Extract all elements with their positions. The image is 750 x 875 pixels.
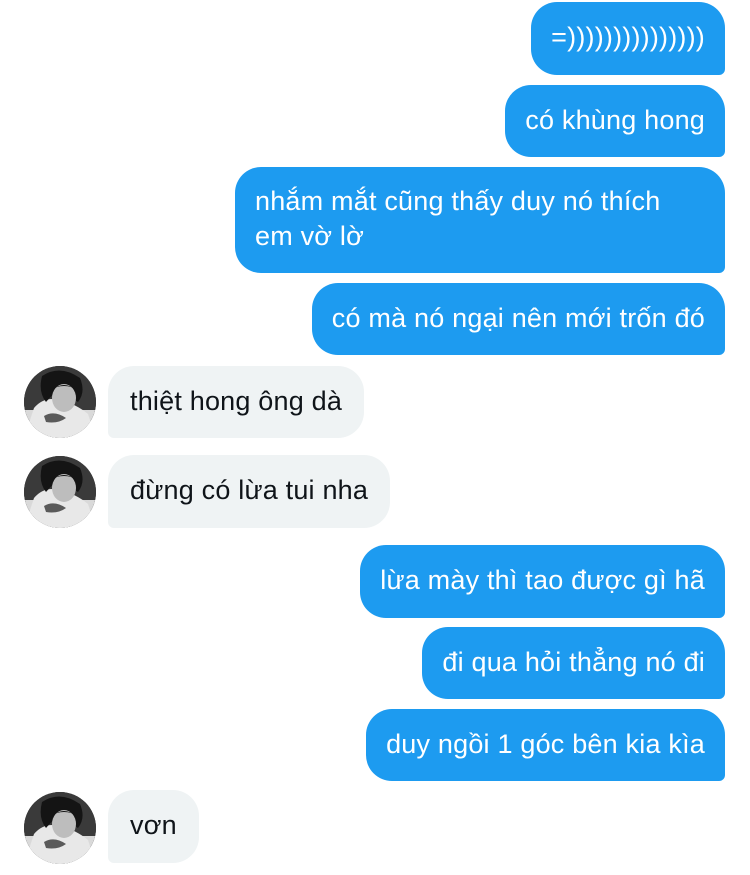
- message-text: có khùng hong: [525, 105, 705, 135]
- outgoing-message-bubble[interactable]: đi qua hỏi thẳng nó đi: [422, 627, 725, 699]
- outgoing-message-bubble[interactable]: có khùng hong: [505, 85, 725, 157]
- message-text: đi qua hỏi thẳng nó đi: [442, 647, 705, 677]
- message-text: thiệt hong ông dà: [130, 386, 343, 416]
- outgoing-message-bubble[interactable]: có mà nó ngại nên mới trốn đó: [311, 283, 725, 355]
- outgoing-message-bubble[interactable]: lừa mày thì tao được gì hã: [360, 545, 725, 618]
- avatar-photo-icon: [24, 366, 96, 438]
- chat-thread: =))))))))))))))) có khùng hong nhắm mắt …: [0, 0, 750, 875]
- incoming-message-bubble[interactable]: thiệt hong ông dà: [108, 366, 365, 438]
- message-text: nhắm mắt cũng thấy duy nó thích em vờ lờ: [255, 186, 661, 251]
- avatar-photo-icon: [24, 792, 96, 864]
- incoming-message-bubble[interactable]: vơn: [108, 790, 199, 863]
- message-text: duy ngồi 1 góc bên kia kìa: [386, 729, 705, 759]
- message-text: đừng có lừa tui nha: [130, 475, 369, 505]
- incoming-message-bubble[interactable]: đừng có lừa tui nha: [108, 455, 391, 528]
- contact-avatar[interactable]: [24, 456, 96, 528]
- message-text: vơn: [130, 810, 177, 840]
- contact-avatar[interactable]: [24, 366, 96, 438]
- message-text: lừa mày thì tao được gì hã: [380, 565, 705, 595]
- avatar-photo-icon: [24, 456, 96, 528]
- outgoing-message-bubble[interactable]: duy ngồi 1 góc bên kia kìa: [366, 709, 725, 781]
- message-text: =))))))))))))))): [551, 22, 705, 52]
- message-text: có mà nó ngại nên mới trốn đó: [331, 303, 705, 333]
- contact-avatar[interactable]: [24, 792, 96, 864]
- outgoing-message-bubble[interactable]: nhắm mắt cũng thấy duy nó thích em vờ lờ: [235, 167, 725, 273]
- outgoing-message-bubble[interactable]: =))))))))))))))): [531, 2, 725, 75]
